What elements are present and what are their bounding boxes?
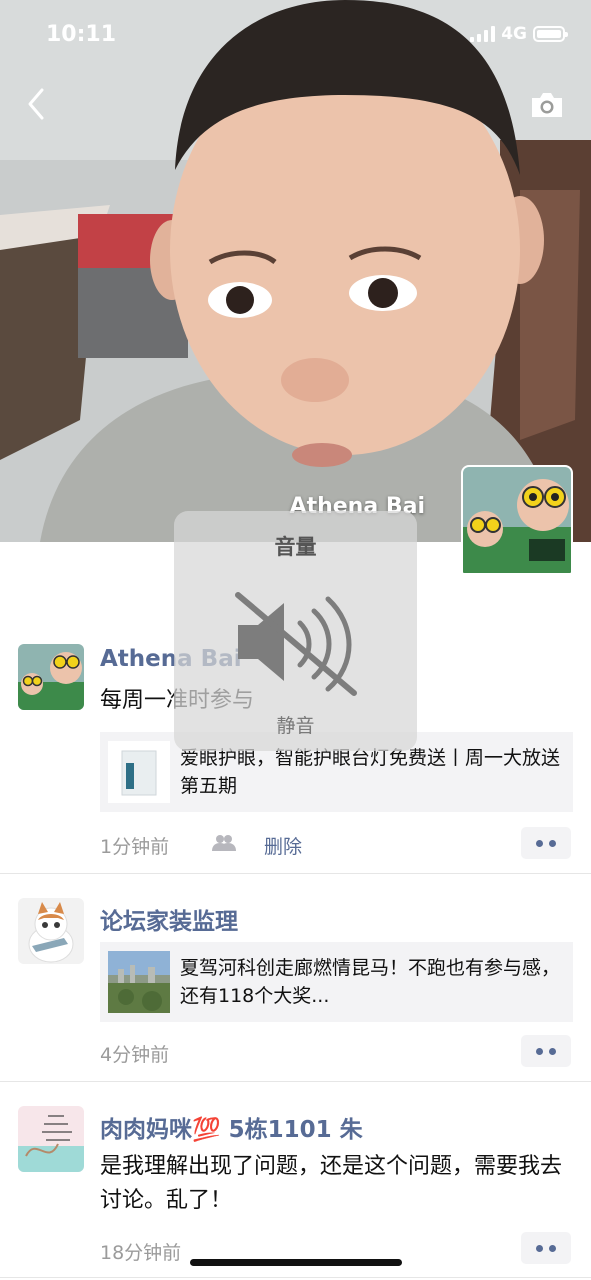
avatar-image — [18, 1106, 84, 1172]
more-dots-icon — [536, 1047, 543, 1055]
status-time: 10:11 — [46, 22, 117, 47]
network-type: 4G — [501, 24, 527, 44]
camera-button[interactable] — [529, 90, 565, 120]
post-avatar[interactable] — [18, 898, 84, 964]
avatar-image — [463, 467, 571, 573]
more-dots-icon — [536, 1244, 543, 1252]
profile-avatar[interactable] — [461, 465, 573, 575]
privacy-people-icon[interactable] — [212, 834, 236, 856]
more-button[interactable] — [521, 1232, 571, 1264]
volume-hud: 音量 静音 — [174, 511, 417, 751]
chevron-left-icon — [28, 88, 44, 120]
more-button[interactable] — [521, 1035, 571, 1067]
post-time: 18分钟前 — [100, 1242, 182, 1264]
cover-photo[interactable]: 10:11 4G Athena Bai — [0, 0, 591, 542]
signal-icon — [470, 26, 496, 42]
share-title: 爱眼护眼，智能护眼台灯免费送丨周一大放送第五期 — [180, 747, 561, 797]
more-button[interactable] — [521, 827, 571, 859]
share-thumbnail — [108, 951, 170, 1013]
speaker-muted-icon — [235, 592, 357, 696]
post-author[interactable]: 论坛家装监理 — [100, 902, 238, 936]
delete-link[interactable]: 删除 — [264, 832, 302, 859]
post-time: 4分钟前 — [100, 1044, 170, 1066]
post-avatar[interactable] — [18, 644, 84, 710]
volume-title: 音量 — [274, 535, 317, 559]
home-indicator[interactable] — [190, 1259, 402, 1266]
post-text: 是我理解出现了问题，还是这个问题，需要我去讨论。乱了！ — [100, 1154, 563, 1213]
volume-state: 静音 — [276, 715, 315, 737]
post-avatar[interactable] — [18, 1106, 84, 1172]
back-button[interactable] — [22, 84, 58, 124]
more-dots-icon — [536, 839, 543, 847]
camera-icon — [532, 93, 562, 117]
share-card[interactable]: 夏驾河科创走廊燃情昆马！不跑也有参与感，还有118个大奖... — [100, 942, 573, 1022]
avatar-image — [18, 644, 84, 710]
feed-post: 论坛家装监理 夏驾河科创走廊燃情昆马！不跑也有参与感，还有118个大奖... 4… — [0, 874, 591, 1082]
status-right: 4G — [470, 24, 568, 44]
feed-post: 肉肉妈咪💯 5栋1101 朱 是我理解出现了问题，还是这个问题，需要我去讨论。乱… — [0, 1082, 591, 1278]
post-author[interactable]: 肉肉妈咪💯 5栋1101 朱 — [100, 1110, 363, 1144]
share-title: 夏驾河科创走廊燃情昆马！不跑也有参与感，还有118个大奖... — [180, 957, 561, 1007]
post-time: 1分钟前 — [100, 836, 170, 858]
status-bar: 10:11 4G — [0, 0, 591, 72]
avatar-image — [18, 898, 84, 964]
cover-photo-image — [0, 0, 591, 542]
battery-icon — [533, 26, 568, 42]
share-thumbnail — [108, 741, 170, 803]
